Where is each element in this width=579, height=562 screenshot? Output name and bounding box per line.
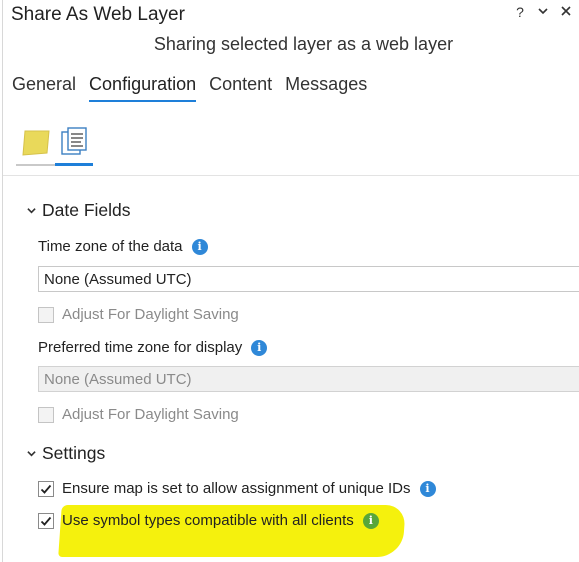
configuration-subtabs [16, 124, 93, 166]
section-date-fields[interactable]: Date Fields [27, 200, 131, 221]
daylight-saving-row-1: Adjust For Daylight Saving [38, 306, 239, 323]
preferred-time-zone-label-row: Preferred time zone for display i [38, 339, 268, 356]
info-icon[interactable]: i [419, 480, 436, 497]
symbol-types-checkbox[interactable] [38, 512, 54, 529]
symbol-types-row: Use symbol types compatible with all cli… [38, 512, 379, 529]
preferred-time-zone-label: Preferred time zone for display [38, 339, 243, 356]
pane-subtitle: Sharing selected layer as a web layer [153, 34, 454, 54]
daylight-saving-label-2: Adjust For Daylight Saving [62, 406, 239, 423]
title-controls: ? [513, 4, 573, 20]
unique-ids-checkbox[interactable] [38, 480, 54, 497]
checkmark-icon [40, 516, 52, 526]
title-bar: Share As Web Layer ? [0, 0, 579, 28]
chevron-down-icon [27, 208, 36, 214]
subtab-underline [16, 164, 55, 166]
tab-general[interactable]: General [12, 74, 76, 102]
section-date-fields-label: Date Fields [42, 200, 131, 220]
daylight-saving-checkbox-1[interactable] [38, 306, 54, 323]
checkmark-icon [40, 484, 52, 494]
tab-configuration[interactable]: Configuration [89, 74, 197, 102]
layer-icon [22, 130, 50, 156]
info-icon[interactable]: i [362, 512, 379, 529]
section-settings-label: Settings [42, 443, 106, 463]
info-icon[interactable]: i [251, 339, 268, 356]
time-zone-label: Time zone of the data [38, 238, 183, 255]
daylight-saving-row-2: Adjust For Daylight Saving [38, 406, 239, 423]
subtab-layers[interactable] [16, 124, 55, 166]
unique-ids-row: Ensure map is set to allow assignment of… [38, 480, 436, 497]
subtab-configuration[interactable] [55, 124, 93, 166]
preferred-time-zone-select[interactable]: None (Assumed UTC) [38, 366, 579, 392]
help-button[interactable]: ? [513, 4, 527, 20]
tab-content[interactable]: Content [209, 74, 272, 102]
divider [3, 175, 579, 176]
daylight-saving-checkbox-2[interactable] [38, 406, 54, 423]
info-icon[interactable]: i [191, 238, 208, 255]
time-zone-label-row: Time zone of the data i [38, 238, 208, 255]
daylight-saving-label-1: Adjust For Daylight Saving [62, 306, 239, 323]
tab-messages[interactable]: Messages [285, 74, 367, 102]
unique-ids-label: Ensure map is set to allow assignment of… [62, 480, 411, 497]
close-icon[interactable] [559, 4, 573, 20]
section-settings[interactable]: Settings [27, 443, 105, 464]
properties-icon [61, 127, 87, 155]
symbol-types-label: Use symbol types compatible with all cli… [62, 512, 354, 529]
pane-border [2, 0, 3, 562]
subtab-underline [55, 163, 93, 166]
chevron-down-icon[interactable] [536, 4, 550, 20]
time-zone-select[interactable]: None (Assumed UTC) [38, 266, 579, 292]
pane-title: Share As Web Layer [11, 4, 185, 25]
chevron-down-icon [27, 451, 36, 457]
tab-strip: General Configuration Content Messages [12, 74, 367, 102]
